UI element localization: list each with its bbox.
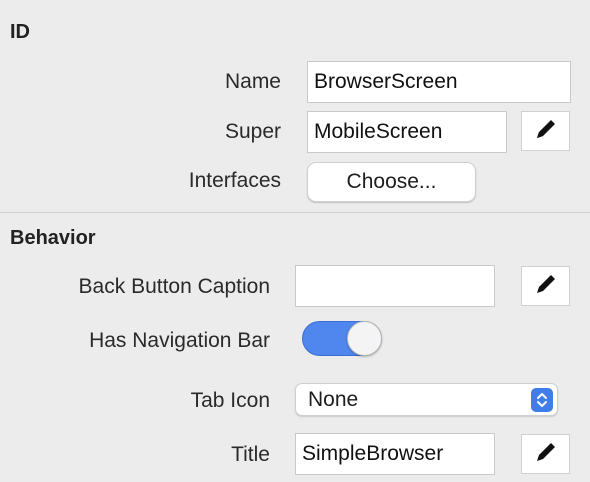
interfaces-label: Interfaces xyxy=(188,169,281,192)
tab-icon-popup[interactable]: None xyxy=(295,383,558,416)
back-button-caption-field[interactable] xyxy=(295,265,495,307)
section-title-id: ID xyxy=(10,21,30,43)
section-title-behavior: Behavior xyxy=(10,227,96,249)
super-label: Super xyxy=(224,120,281,143)
tab-icon-value: None xyxy=(308,387,359,411)
tab-icon-label: Tab Icon xyxy=(190,389,270,412)
pencil-icon xyxy=(533,116,559,147)
super-field[interactable]: MobileScreen xyxy=(307,111,507,153)
name-field[interactable]: BrowserScreen xyxy=(307,61,571,103)
title-edit-button[interactable] xyxy=(521,434,570,474)
up-down-chevron-icon xyxy=(531,388,553,412)
choose-interfaces-button[interactable]: Choose... xyxy=(307,162,476,202)
section-divider xyxy=(0,212,590,213)
super-edit-button[interactable] xyxy=(521,111,570,151)
back-button-caption-label: Back Button Caption xyxy=(78,275,270,298)
pencil-icon xyxy=(533,271,559,302)
title-label: Title xyxy=(231,443,270,466)
has-navigation-bar-label: Has Navigation Bar xyxy=(89,329,270,352)
back-caption-edit-button[interactable] xyxy=(521,266,570,306)
pencil-icon xyxy=(533,439,559,470)
name-label: Name xyxy=(224,70,281,93)
toggle-knob xyxy=(347,321,382,356)
has-navigation-bar-toggle[interactable] xyxy=(302,321,382,356)
title-field[interactable]: SimpleBrowser xyxy=(295,433,495,475)
